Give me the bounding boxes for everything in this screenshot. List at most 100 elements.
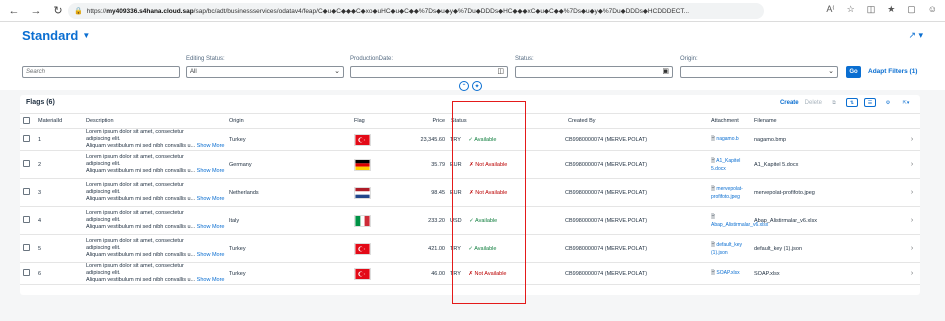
attachment-link[interactable]: default_key (1).json [711,242,742,256]
description-line: Lorem ipsum dolor sit amet, consectetur [86,238,184,244]
row-navigation-arrow-icon[interactable]: › [901,128,920,151]
pin-header-icon[interactable]: ✦ [472,81,482,91]
flag-image [351,262,378,285]
cell-attachment[interactable]: 🗎 nagamo.b [708,128,751,151]
editing-status-value: All [190,69,197,75]
profile-icon[interactable]: ☺ [928,4,937,15]
adapt-filters-button[interactable]: Adapt Filters (1) [868,68,917,75]
row-checkbox[interactable] [20,178,35,207]
column-header-price[interactable]: Price [378,113,448,129]
row-checkbox[interactable] [20,262,35,285]
split-screen-icon[interactable]: ◫ [867,4,876,15]
created-by-text: CB9980000074 (MERVE.POLAT) [565,270,648,277]
column-header-created-by[interactable]: Created By [565,113,708,129]
column-header-materialid[interactable]: MaterialId [35,113,83,129]
description-line: Lorem ipsum dolor sit amet, consectetur [86,154,184,160]
show-more-link[interactable]: Show More [197,252,225,258]
column-header-filename[interactable]: Filename [751,113,901,129]
group-icon[interactable]: ☰ [864,98,876,107]
row-navigation-arrow-icon[interactable]: › [901,262,920,285]
price-value: 98.45 [431,189,445,196]
row-checkbox[interactable] [20,234,35,263]
row-navigation-arrow-icon[interactable]: › [901,150,920,179]
cell-attachment[interactable]: 🗎 mervepolat-profifoto.jpeg [708,178,751,207]
cell-origin: Turkey [226,128,351,151]
chevron-down-icon: ⌄ [828,68,834,75]
settings-gear-icon[interactable]: ⚙ [882,98,894,107]
attachment-link[interactable]: nagamo.b [716,136,738,142]
row-checkbox[interactable] [20,128,35,151]
favorite-star-icon[interactable]: ☆ [847,4,855,15]
editing-status-label: Editing Status: [186,56,225,62]
show-more-link[interactable]: Show More [197,277,225,283]
back-icon[interactable]: ← [6,3,22,19]
attachment-link[interactable]: A1_Kapitel 5.docx [711,158,740,172]
delete-button[interactable]: Delete [805,100,822,106]
column-header-attachment[interactable]: Attachment [708,113,751,129]
column-header-origin[interactable]: Origin [226,113,351,129]
go-button[interactable]: Go [846,66,861,78]
row-navigation-arrow-icon[interactable]: › [901,206,920,235]
show-more-link[interactable]: Show More [197,224,225,230]
editing-status-select[interactable]: All ⌄ [186,66,344,78]
description-line: adipiscing elit. [86,136,121,142]
search-input[interactable]: Search [22,66,180,78]
attachment-link[interactable]: SOAP.xlsx [716,270,739,276]
search-placeholder: Search [26,69,46,75]
create-button[interactable]: Create [780,100,799,106]
cell-description: Lorem ipsum dolor sit amet, consectetur … [83,128,226,151]
column-header-description[interactable]: Description [83,113,226,129]
description-line: Lorem ipsum dolor sit amet, consectetur [86,129,184,135]
export-icon[interactable]: ⇱▾ [900,98,912,107]
cell-created-by: CB9980000074 (MERVE.POLAT) [565,234,708,263]
sort-icon[interactable]: ⇅ [846,98,858,107]
description-line: Lorem ipsum dolor sit amet, consectetur [86,263,184,269]
address-bar[interactable]: 🔒 https://my409336.s4hana.cloud.sap/sap/… [68,3,764,19]
copy-icon[interactable]: ⧉ [828,98,840,107]
flag-image [351,206,378,235]
cell-created-by: CB9980000074 (MERVE.POLAT) [565,206,708,235]
variant-selector[interactable]: Standard ▼ [22,28,90,43]
favorites-icon[interactable]: ★ [887,4,895,15]
select-all-checkbox[interactable] [20,113,35,129]
row-checkbox[interactable] [20,206,35,235]
url-host: my409336.s4hana.cloud.sap [106,7,194,15]
cell-attachment[interactable]: 🗎 Abap_Alistirmalar_v6.xlsx [708,206,768,235]
description-line: Aliquam vestibulum mi sed nibh convallis… [86,196,196,202]
description-line: Aliquam vestibulum mi sed nibh convallis… [86,224,196,230]
collapse-header-icon[interactable]: ⌃ [459,81,469,91]
cell-materialid: 3 [35,178,83,207]
production-date-input[interactable]: ◫ [350,66,508,78]
row-navigation-arrow-icon[interactable]: › [901,178,920,207]
show-more-link[interactable]: Show More [197,196,225,202]
cell-materialid: 6 [35,262,83,285]
cell-attachment[interactable]: 🗎 A1_Kapitel 5.docx [708,150,751,179]
forward-icon[interactable]: → [28,3,44,19]
value-help-icon[interactable]: ▣ [662,67,669,75]
cell-attachment[interactable]: 🗎 SOAP.xlsx [708,262,751,285]
price-value: 46.00 [431,270,445,277]
cell-attachment[interactable]: 🗎 default_key (1).json [708,234,751,263]
row-checkbox[interactable] [20,150,35,179]
origin-select[interactable]: ⌄ [680,66,838,78]
cell-filename: nagamo.bmp [751,128,901,151]
cell-origin: Turkey [226,262,351,285]
calendar-icon[interactable]: ◫ [497,67,504,75]
reload-icon[interactable]: ↻ [50,3,66,19]
row-navigation-arrow-icon[interactable]: › [901,234,920,263]
description-line: Aliquam vestibulum mi sed nibh convallis… [86,143,196,149]
show-more-link[interactable]: Show More [197,168,225,174]
column-header-flag[interactable]: Flag [351,113,378,129]
share-icon[interactable]: ↗ ▾ [908,30,923,41]
read-aloud-icon[interactable]: A⁽ [826,4,834,15]
cell-origin: Germany [226,150,351,179]
chevron-down-icon: ▼ [82,31,91,40]
show-more-link[interactable]: Show More [197,143,225,149]
cell-price: 23,345.60 [378,128,448,151]
flag-image [351,150,378,179]
attachment-link[interactable]: mervepolat-profifoto.jpeg [711,186,743,200]
cell-description: Lorem ipsum dolor sit amet, consectetur … [83,206,226,235]
collections-icon[interactable]: ▢ [907,4,916,15]
status-input[interactable]: ▣ [515,66,673,78]
header-collapse-controls: ⌃ ✦ [459,81,482,91]
